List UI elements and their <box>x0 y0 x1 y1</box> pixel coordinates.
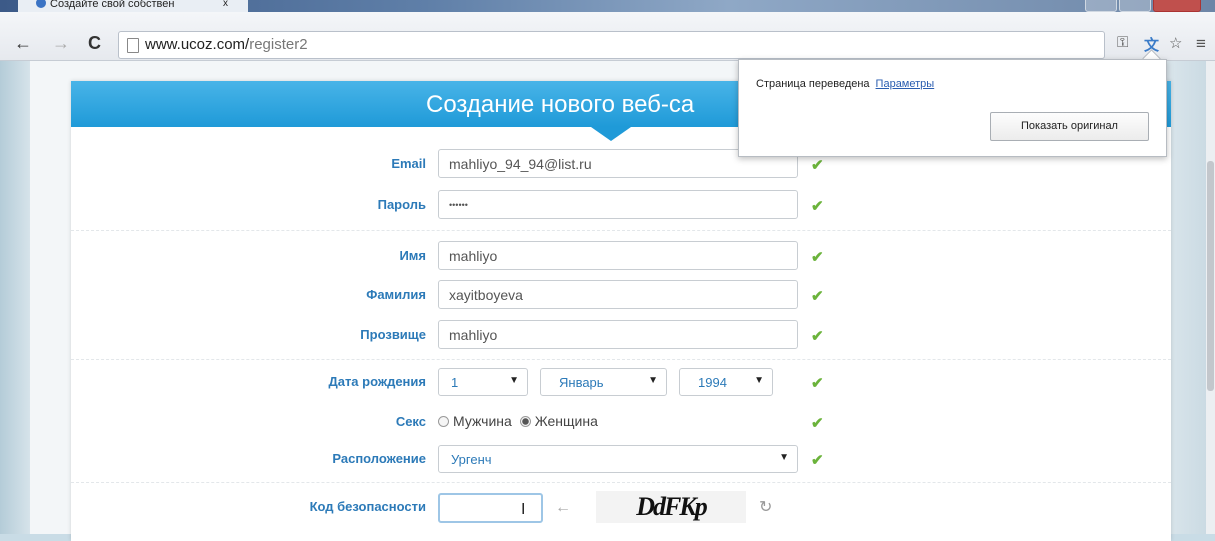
arrow-right-icon: → <box>52 33 70 53</box>
location-value: Ургенч <box>451 452 492 467</box>
birth-month-select[interactable]: Январь ▼ <box>540 368 667 396</box>
page-background-left <box>0 61 30 534</box>
gender-female-option[interactable]: Женщина <box>519 413 598 429</box>
show-original-button[interactable]: Показать оригинал <box>990 112 1149 141</box>
gender-radio-group: Мужчина Женщина <box>438 413 598 429</box>
window-controls <box>1085 0 1205 12</box>
captcha-image: DdFKp <box>596 491 746 523</box>
reload-button[interactable]: C <box>88 34 101 52</box>
url-path: register2 <box>249 36 308 53</box>
password-field[interactable] <box>438 190 798 219</box>
email-label: Email <box>391 156 426 171</box>
birth-day-select[interactable]: 1 ▼ <box>438 368 528 396</box>
key-icon[interactable]: ⚿ <box>1117 34 1128 51</box>
last-name-field[interactable] <box>438 280 798 309</box>
dropdown-arrow-icon: ▼ <box>754 375 764 386</box>
scrollbar[interactable] <box>1206 61 1215 534</box>
tab-close-icon[interactable]: x <box>223 0 228 12</box>
forward-button[interactable]: → <box>52 34 70 52</box>
checkmark-icon: ✔ <box>811 288 824 305</box>
tab-title: Создайте свой собствен <box>50 0 175 10</box>
gender-male-label: Мужчина <box>453 413 512 429</box>
minimize-button[interactable] <box>1085 0 1117 12</box>
checkmark-icon: ✔ <box>811 415 824 432</box>
gender-row: Секс Мужчина Женщина ✔ <box>71 406 1171 440</box>
back-button[interactable]: ← <box>14 34 32 52</box>
first-name-row: Имя ✔ <box>71 240 1171 274</box>
captcha-row: Код безопасности I ← DdFKp ↻ <box>71 491 1171 525</box>
birth-month-value: Январь <box>559 375 604 390</box>
location-label: Расположение <box>332 451 426 466</box>
birthdate-row: Дата рождения 1 ▼ Январь ▼ 1994 ▼ ✔ <box>71 366 1171 400</box>
location-select[interactable]: Ургенч ▼ <box>438 445 798 473</box>
first-name-field[interactable] <box>438 241 798 270</box>
tab-strip: Создайте свой собствен x <box>0 0 1215 12</box>
dropdown-arrow-icon: ▼ <box>648 375 658 386</box>
scrollbar-thumb[interactable] <box>1207 161 1214 391</box>
divider <box>71 482 1171 483</box>
favicon-icon <box>36 0 46 8</box>
divider <box>71 230 1171 231</box>
close-window-button[interactable] <box>1153 0 1201 12</box>
gender-female-label: Женщина <box>534 413 598 429</box>
checkmark-icon: ✔ <box>811 452 824 469</box>
first-name-label: Имя <box>399 248 426 263</box>
nickname-label: Прозвище <box>360 327 426 342</box>
menu-icon[interactable]: ≡ <box>1196 34 1206 54</box>
star-icon[interactable]: ☆ <box>1169 34 1182 52</box>
radio-button-male[interactable] <box>438 416 449 427</box>
nickname-field[interactable] <box>438 320 798 349</box>
page-icon <box>127 38 139 53</box>
browser-tab[interactable]: Создайте свой собствен x <box>18 0 248 12</box>
captcha-input[interactable] <box>438 493 543 523</box>
dropdown-arrow-icon: ▼ <box>779 452 789 463</box>
last-name-label: Фамилия <box>366 287 426 302</box>
address-bar[interactable]: www.ucoz.com/register2 <box>118 31 1105 59</box>
checkmark-icon: ✔ <box>811 198 824 215</box>
captcha-label: Код безопасности <box>309 499 426 514</box>
maximize-button[interactable] <box>1119 0 1151 12</box>
password-row: Пароль ✔ <box>71 189 1171 223</box>
reload-icon: C <box>88 33 101 53</box>
translate-status-text: Страница переведена <box>756 78 870 90</box>
arrow-left-icon: ← <box>14 33 32 53</box>
birthdate-label: Дата рождения <box>328 374 426 389</box>
translate-popup: Страница переведена Параметры Показать ор… <box>738 59 1167 157</box>
header-notch <box>591 127 631 141</box>
birth-year-value: 1994 <box>698 375 727 390</box>
gender-label: Секс <box>395 414 426 429</box>
location-row: Расположение Ургенч ▼ ✔ <box>71 443 1171 477</box>
birth-day-value: 1 <box>451 375 459 390</box>
refresh-icon[interactable]: ↻ <box>759 497 772 517</box>
checkmark-icon: ✔ <box>811 375 824 392</box>
page-title: Создание нового веб-са <box>426 91 695 118</box>
url-text: www.ucoz.com/register2 <box>145 36 308 53</box>
text-cursor-icon: I <box>521 501 526 518</box>
nickname-row: Прозвище ✔ <box>71 319 1171 353</box>
browser-toolbar: ← → C www.ucoz.com/register2 ⚿ 文 ☆ ≡ <box>0 12 1215 61</box>
checkmark-icon: ✔ <box>811 328 824 345</box>
translate-message: Страница переведена Параметры <box>756 78 934 90</box>
checkmark-icon: ✔ <box>811 157 824 174</box>
password-label: Пароль <box>377 197 426 212</box>
gender-male-option[interactable]: Мужчина <box>438 413 512 429</box>
url-host: www.ucoz.com/ <box>145 36 250 53</box>
checkmark-icon: ✔ <box>811 249 824 266</box>
birth-year-select[interactable]: 1994 ▼ <box>679 368 773 396</box>
last-name-row: Фамилия ✔ <box>71 279 1171 313</box>
translate-options-link[interactable]: Параметры <box>876 78 935 90</box>
divider <box>71 359 1171 360</box>
arrow-left-icon: ← <box>555 499 571 516</box>
dropdown-arrow-icon: ▼ <box>509 375 519 386</box>
radio-button-female[interactable] <box>519 416 531 427</box>
